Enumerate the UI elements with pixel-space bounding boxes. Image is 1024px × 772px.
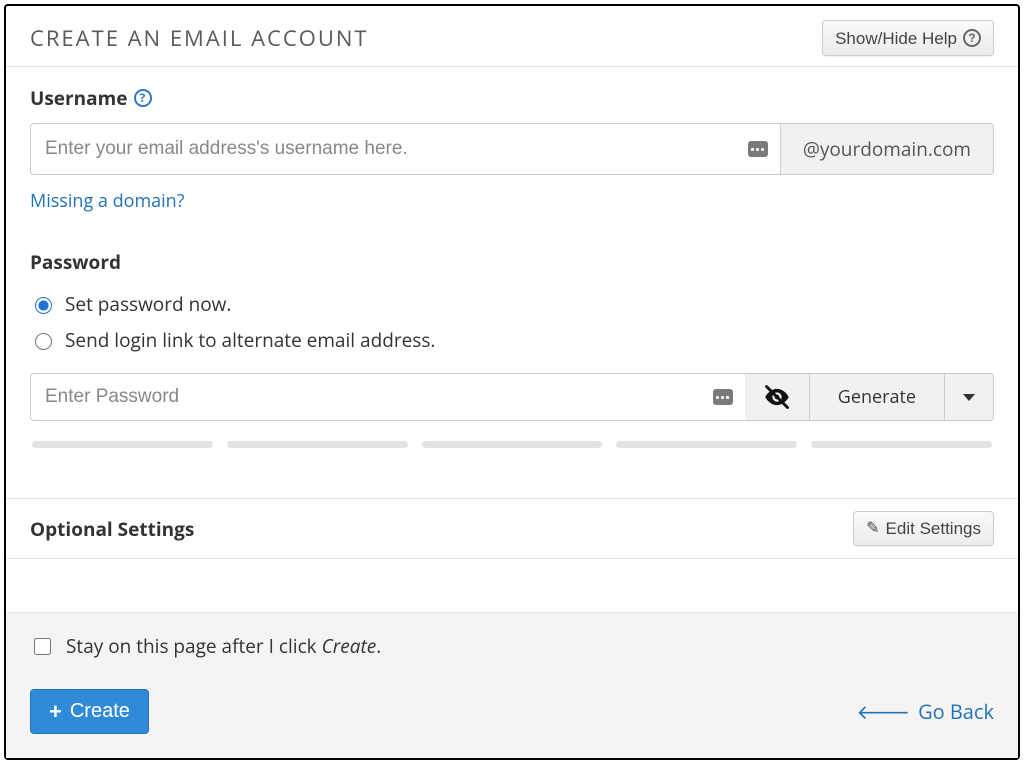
optional-settings-title: Optional Settings <box>30 516 194 542</box>
username-label: Username <box>30 85 128 111</box>
password-input[interactable] <box>30 373 745 421</box>
radio-send-login-link[interactable]: Send login link to alternate email addre… <box>30 327 994 353</box>
go-back-link[interactable]: 🡐 Go Back <box>856 698 994 725</box>
generate-password-label: Generate <box>838 385 916 409</box>
radio-send-login-link-input[interactable] <box>35 333 52 350</box>
arrow-left-icon: 🡐 <box>856 702 910 722</box>
page-title: Create an Email Account <box>30 23 369 53</box>
stay-on-page-input[interactable] <box>34 638 51 655</box>
reveal-password-button[interactable] <box>745 373 810 421</box>
generate-password-button[interactable]: Generate <box>810 373 945 421</box>
stay-on-page-checkbox[interactable]: Stay on this page after I click Create. <box>30 633 994 659</box>
create-button-label: Create <box>70 700 130 723</box>
username-input[interactable] <box>30 123 780 175</box>
help-icon[interactable]: ? <box>134 89 152 107</box>
password-strength-meter <box>30 441 994 448</box>
password-label: Password <box>30 249 121 275</box>
go-back-label: Go Back <box>918 698 994 725</box>
eye-slash-icon <box>763 383 791 411</box>
edit-settings-label: Edit Settings <box>886 520 981 537</box>
chevron-down-icon <box>963 394 975 401</box>
pencil-icon: ✎ <box>866 521 879 537</box>
password-manager-icon[interactable] <box>713 389 733 405</box>
password-manager-icon[interactable] <box>748 141 768 157</box>
show-hide-help-label: Show/Hide Help <box>835 30 957 47</box>
stay-on-page-label: Stay on this page after I click Create. <box>66 633 381 659</box>
show-hide-help-button[interactable]: Show/Hide Help ? <box>822 20 994 56</box>
help-icon: ? <box>963 29 981 47</box>
edit-settings-button[interactable]: ✎ Edit Settings <box>853 511 994 546</box>
radio-set-password-now[interactable]: Set password now. <box>30 291 994 317</box>
radio-set-password-now-label: Set password now. <box>65 291 231 317</box>
radio-send-login-link-label: Send login link to alternate email addre… <box>65 327 435 353</box>
generate-password-dropdown[interactable] <box>945 373 994 421</box>
plus-icon: + <box>49 701 62 723</box>
domain-addon: @yourdomain.com <box>780 123 994 175</box>
missing-domain-link[interactable]: Missing a domain? <box>30 189 184 213</box>
create-button[interactable]: + Create <box>30 689 149 734</box>
radio-set-password-now-input[interactable] <box>35 297 52 314</box>
